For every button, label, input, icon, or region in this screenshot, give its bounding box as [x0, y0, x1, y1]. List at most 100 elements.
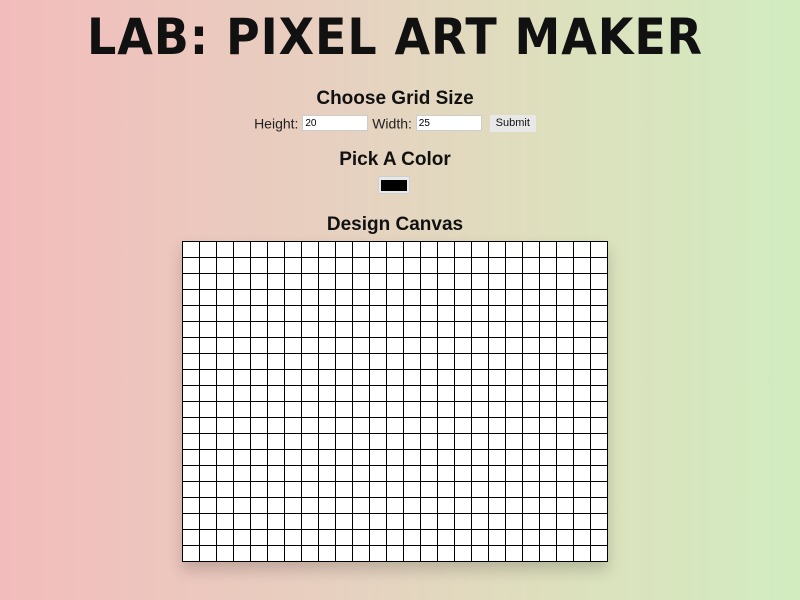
canvas-cell[interactable] — [233, 449, 251, 466]
canvas-cell[interactable] — [199, 481, 217, 498]
canvas-cell[interactable] — [318, 385, 336, 402]
canvas-cell[interactable] — [301, 545, 319, 562]
canvas-cell[interactable] — [505, 241, 523, 258]
canvas-cell[interactable] — [556, 385, 574, 402]
canvas-cell[interactable] — [590, 337, 608, 354]
canvas-cell[interactable] — [233, 465, 251, 482]
canvas-cell[interactable] — [369, 401, 387, 418]
canvas-cell[interactable] — [420, 481, 438, 498]
canvas-cell[interactable] — [335, 481, 353, 498]
canvas-cell[interactable] — [454, 337, 472, 354]
canvas-cell[interactable] — [488, 481, 506, 498]
canvas-cell[interactable] — [386, 273, 404, 290]
canvas-cell[interactable] — [199, 545, 217, 562]
canvas-cell[interactable] — [471, 481, 489, 498]
canvas-cell[interactable] — [335, 353, 353, 370]
canvas-cell[interactable] — [233, 385, 251, 402]
canvas-cell[interactable] — [369, 497, 387, 514]
canvas-cell[interactable] — [216, 529, 234, 546]
canvas-cell[interactable] — [590, 369, 608, 386]
canvas-cell[interactable] — [539, 241, 557, 258]
canvas-cell[interactable] — [403, 353, 421, 370]
canvas-cell[interactable] — [403, 465, 421, 482]
canvas-cell[interactable] — [216, 497, 234, 514]
canvas-cell[interactable] — [318, 321, 336, 338]
canvas-cell[interactable] — [437, 369, 455, 386]
canvas-cell[interactable] — [301, 417, 319, 434]
canvas-cell[interactable] — [284, 385, 302, 402]
canvas-cell[interactable] — [369, 369, 387, 386]
canvas-cell[interactable] — [216, 321, 234, 338]
canvas-cell[interactable] — [403, 545, 421, 562]
canvas-cell[interactable] — [250, 289, 268, 306]
canvas-cell[interactable] — [488, 321, 506, 338]
canvas-cell[interactable] — [403, 305, 421, 322]
canvas-cell[interactable] — [199, 273, 217, 290]
canvas-cell[interactable] — [267, 417, 285, 434]
canvas-cell[interactable] — [454, 369, 472, 386]
canvas-cell[interactable] — [386, 433, 404, 450]
canvas-cell[interactable] — [318, 545, 336, 562]
canvas-cell[interactable] — [471, 401, 489, 418]
canvas-cell[interactable] — [590, 257, 608, 274]
canvas-cell[interactable] — [233, 497, 251, 514]
canvas-cell[interactable] — [182, 401, 200, 418]
canvas-cell[interactable] — [505, 257, 523, 274]
canvas-cell[interactable] — [233, 417, 251, 434]
canvas-cell[interactable] — [250, 321, 268, 338]
canvas-cell[interactable] — [199, 337, 217, 354]
canvas-cell[interactable] — [522, 433, 540, 450]
canvas-cell[interactable] — [437, 465, 455, 482]
canvas-cell[interactable] — [335, 497, 353, 514]
canvas-cell[interactable] — [573, 257, 591, 274]
canvas-cell[interactable] — [488, 337, 506, 354]
canvas-cell[interactable] — [250, 369, 268, 386]
canvas-cell[interactable] — [199, 513, 217, 530]
canvas-cell[interactable] — [454, 257, 472, 274]
canvas-cell[interactable] — [335, 433, 353, 450]
canvas-cell[interactable] — [233, 353, 251, 370]
canvas-cell[interactable] — [590, 417, 608, 434]
canvas-cell[interactable] — [437, 289, 455, 306]
canvas-cell[interactable] — [301, 433, 319, 450]
canvas-cell[interactable] — [352, 465, 370, 482]
canvas-cell[interactable] — [573, 289, 591, 306]
canvas-cell[interactable] — [182, 545, 200, 562]
canvas-cell[interactable] — [420, 241, 438, 258]
canvas-cell[interactable] — [556, 257, 574, 274]
canvas-cell[interactable] — [284, 529, 302, 546]
canvas-cell[interactable] — [437, 481, 455, 498]
canvas-cell[interactable] — [335, 273, 353, 290]
canvas-cell[interactable] — [539, 369, 557, 386]
canvas-cell[interactable] — [471, 321, 489, 338]
canvas-cell[interactable] — [488, 273, 506, 290]
canvas-cell[interactable] — [182, 497, 200, 514]
canvas-cell[interactable] — [488, 545, 506, 562]
canvas-cell[interactable] — [233, 513, 251, 530]
canvas-cell[interactable] — [522, 449, 540, 466]
canvas-cell[interactable] — [301, 273, 319, 290]
canvas-cell[interactable] — [454, 481, 472, 498]
canvas-cell[interactable] — [182, 289, 200, 306]
canvas-cell[interactable] — [199, 529, 217, 546]
canvas-cell[interactable] — [182, 417, 200, 434]
canvas-cell[interactable] — [284, 497, 302, 514]
canvas-cell[interactable] — [573, 449, 591, 466]
canvas-cell[interactable] — [590, 273, 608, 290]
canvas-cell[interactable] — [267, 481, 285, 498]
canvas-cell[interactable] — [573, 529, 591, 546]
canvas-cell[interactable] — [267, 433, 285, 450]
canvas-cell[interactable] — [556, 305, 574, 322]
canvas-cell[interactable] — [267, 385, 285, 402]
canvas-cell[interactable] — [284, 369, 302, 386]
canvas-cell[interactable] — [573, 401, 591, 418]
canvas-cell[interactable] — [386, 257, 404, 274]
canvas-cell[interactable] — [352, 497, 370, 514]
canvas-cell[interactable] — [216, 417, 234, 434]
canvas-cell[interactable] — [539, 465, 557, 482]
canvas-cell[interactable] — [318, 241, 336, 258]
canvas-cell[interactable] — [199, 385, 217, 402]
canvas-cell[interactable] — [267, 273, 285, 290]
canvas-cell[interactable] — [420, 337, 438, 354]
canvas-cell[interactable] — [437, 305, 455, 322]
